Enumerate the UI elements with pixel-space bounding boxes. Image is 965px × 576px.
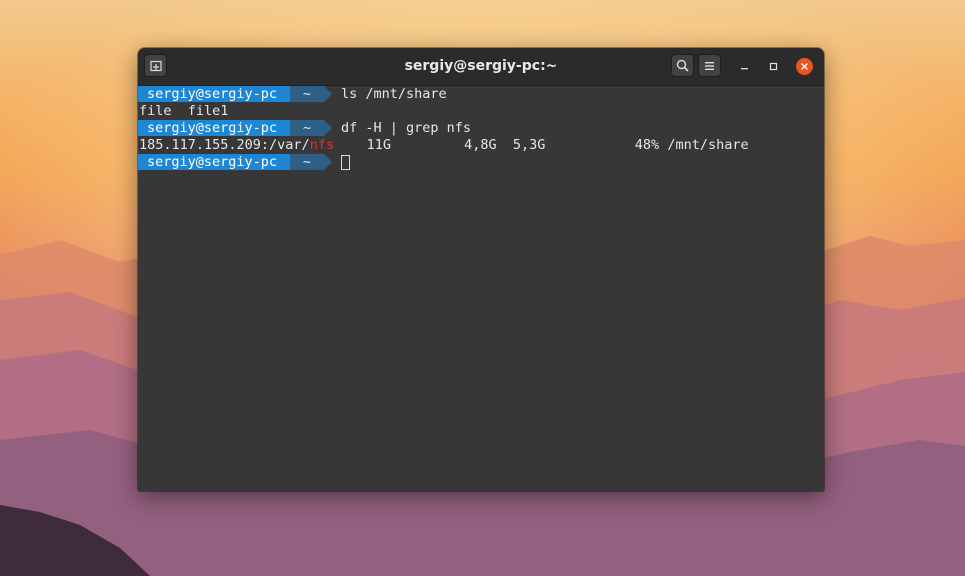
close-icon	[801, 63, 808, 70]
maximize-icon	[769, 62, 778, 71]
command-line: df -H | grep nfs	[341, 120, 472, 136]
command-output: 185.117.155.209:/var/nfs 11G 4,8G 5,3G 4…	[139, 137, 749, 154]
command-output: file file1	[139, 103, 229, 119]
prompt-user-segment: sergiy@sergiy-pc	[138, 120, 298, 136]
menu-button[interactable]	[698, 54, 721, 77]
output-stats: 11G 4,8G 5,3G 48% /mnt/share	[334, 137, 749, 153]
search-icon	[676, 59, 689, 72]
terminal-window[interactable]: sergiy@sergiy-pc:~ sergiy@sergiy-pc ~ ls…	[138, 48, 824, 491]
command-line: ls /mnt/share	[341, 86, 447, 102]
hamburger-menu-icon	[705, 61, 714, 70]
prompt-dir-segment: ~	[290, 86, 332, 102]
prompt-dir-segment: ~	[290, 120, 332, 136]
maximize-button[interactable]	[765, 58, 782, 75]
output-filesystem: 185.117.155.209:/var/	[139, 137, 310, 153]
prompt-user-segment: sergiy@sergiy-pc	[138, 154, 298, 170]
text-cursor[interactable]	[341, 155, 350, 170]
window-title: sergiy@sergiy-pc:~	[404, 58, 558, 74]
terminal-output[interactable]: sergiy@sergiy-pc ~ ls /mnt/share file fi…	[138, 86, 824, 491]
close-button[interactable]	[796, 58, 813, 75]
minimize-icon	[741, 68, 748, 70]
prompt-user-segment: sergiy@sergiy-pc	[138, 86, 298, 102]
title-bar[interactable]: sergiy@sergiy-pc:~	[138, 48, 824, 86]
prompt-dir-segment: ~	[290, 154, 332, 170]
search-button[interactable]	[671, 54, 694, 77]
grep-match-highlight: nfs	[309, 137, 335, 153]
minimize-button[interactable]	[736, 58, 753, 75]
